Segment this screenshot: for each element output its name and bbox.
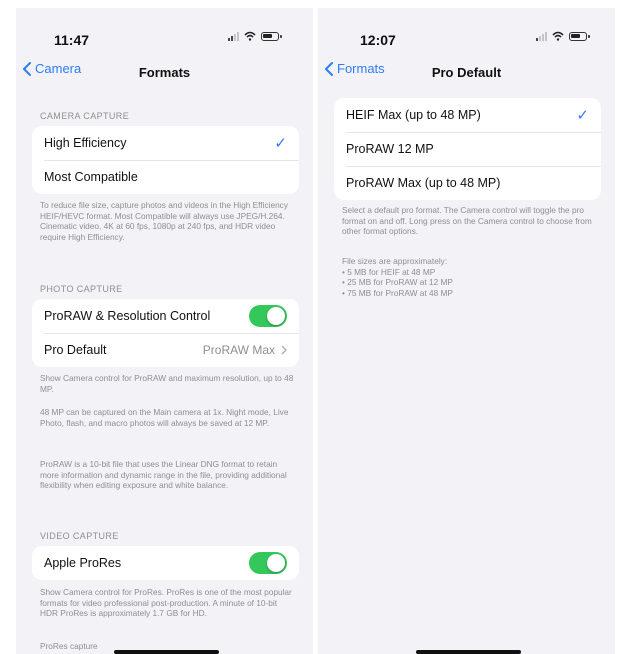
chevron-left-icon: [23, 61, 31, 76]
option-label: High Efficiency: [44, 136, 127, 150]
back-label: Camera: [35, 61, 82, 76]
status-time: 12:07: [360, 32, 396, 48]
status-icons: [228, 31, 282, 41]
section-header-video-capture: VIDEO CAPTURE: [40, 531, 119, 541]
prores-label: Apple ProRes: [44, 556, 122, 570]
file-size-proraw-12: • 25 MB for ProRAW at 12 MP: [342, 277, 453, 287]
pro-default-screen: 12:07 Formats Pro Default HEIF Max (up t…: [318, 8, 615, 654]
section-header-camera-capture: CAMERA CAPTURE: [40, 111, 130, 121]
option-heif-max[interactable]: HEIF Max (up to 48 MP) ✓: [334, 98, 601, 132]
video-capture-footer-1: Show Camera control for ProRes. ProRes i…: [40, 587, 292, 618]
back-button[interactable]: Camera: [23, 61, 81, 76]
battery-icon: [261, 31, 282, 41]
nav-bar: Formats Pro Default: [318, 61, 615, 85]
pro-default-label: Pro Default: [44, 343, 107, 357]
prores-toggle[interactable]: [249, 552, 287, 574]
option-label: Most Compatible: [44, 170, 138, 184]
pro-default-row[interactable]: Pro Default ProRAW Max: [32, 333, 299, 367]
proraw-resolution-row: ProRAW & Resolution Control: [32, 299, 299, 333]
formats-screen: 11:47 Camera Formats CAMERA CAPTURE High…: [16, 8, 313, 654]
home-indicator: [416, 650, 521, 654]
option-high-efficiency[interactable]: High Efficiency ✓: [32, 126, 299, 160]
camera-capture-group: High Efficiency ✓ Most Compatible: [32, 126, 299, 194]
file-size-heif: • 5 MB for HEIF at 48 MP: [342, 266, 436, 277]
checkmark-icon: ✓: [576, 107, 589, 124]
pro-default-value: ProRAW Max: [202, 343, 275, 357]
option-label: ProRAW Max (up to 48 MP): [346, 176, 501, 190]
chevron-left-icon: [325, 61, 333, 76]
nav-bar: Camera Formats: [16, 61, 313, 85]
status-time: 11:47: [54, 32, 90, 48]
file-size-proraw-48: • 75 MB for ProRAW at 48 MP: [342, 287, 453, 298]
proraw-label: ProRAW & Resolution Control: [44, 309, 211, 323]
back-button[interactable]: Formats: [325, 61, 385, 76]
battery-icon: [569, 31, 590, 41]
section-header-photo-capture: PHOTO CAPTURE: [40, 284, 123, 294]
file-sizes-title: File sizes are approximately:: [342, 256, 448, 266]
photo-capture-footer-3: ProRAW is a 10-bit file that uses the Li…: [40, 459, 287, 490]
option-proraw-max[interactable]: ProRAW Max (up to 48 MP): [334, 166, 601, 200]
option-most-compatible[interactable]: Most Compatible: [32, 160, 299, 194]
proraw-toggle[interactable]: [249, 305, 287, 327]
pro-format-options-group: HEIF Max (up to 48 MP) ✓ ProRAW 12 MP Pr…: [334, 98, 601, 200]
photo-capture-group: ProRAW & Resolution Control Pro Default …: [32, 299, 299, 367]
signal-icon: [536, 31, 547, 41]
option-label: ProRAW 12 MP: [346, 142, 434, 156]
signal-icon: [228, 31, 239, 41]
prores-row: Apple ProRes: [32, 546, 299, 580]
photo-capture-footer-1: Show Camera control for ProRAW and maxim…: [40, 373, 294, 394]
status-icons: [536, 31, 590, 41]
file-sizes-footer: File sizes are approximately: • 5 MB for…: [342, 256, 597, 298]
photo-capture-footer-2: 48 MP can be captured on the Main camera…: [40, 407, 289, 428]
chevron-right-icon: [281, 345, 287, 355]
back-label: Formats: [337, 61, 385, 76]
home-indicator: [114, 650, 219, 654]
option-proraw-12mp[interactable]: ProRAW 12 MP: [334, 132, 601, 166]
camera-capture-footer: To reduce file size, capture photos and …: [40, 200, 288, 242]
option-label: HEIF Max (up to 48 MP): [346, 108, 481, 122]
checkmark-icon: ✓: [274, 135, 287, 152]
video-capture-group: Apple ProRes: [32, 546, 299, 580]
pro-default-footer: Select a default pro format. The Camera …: [342, 205, 592, 236]
wifi-icon: [552, 31, 564, 41]
wifi-icon: [244, 31, 256, 41]
